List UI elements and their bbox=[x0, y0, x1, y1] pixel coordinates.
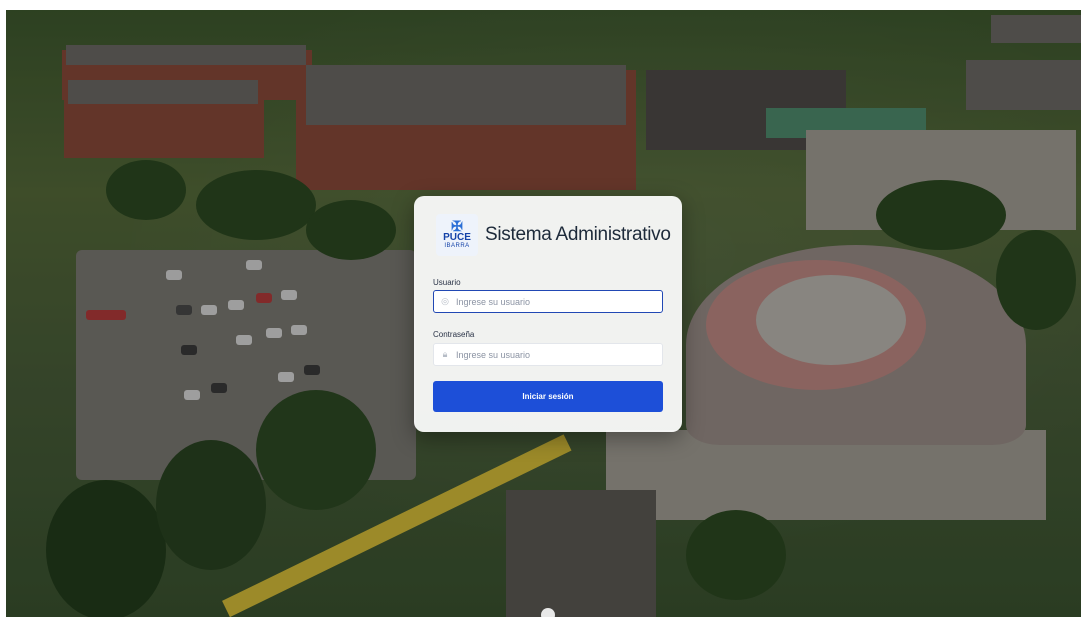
password-field-wrapper: 🔒︎ bbox=[433, 343, 663, 366]
brand-header: ✠ PUCE IBARRA Sistema Administrativo bbox=[436, 214, 671, 256]
puce-ibarra-logo: ✠ PUCE IBARRA bbox=[436, 214, 478, 256]
logo-name: PUCE bbox=[443, 232, 471, 243]
lock-icon: 🔒︎ bbox=[442, 349, 448, 359]
user-icon: ◎ bbox=[441, 296, 449, 306]
username-field-wrapper: ◎ bbox=[433, 290, 663, 313]
scroll-indicator bbox=[541, 608, 555, 617]
username-input[interactable] bbox=[456, 296, 656, 307]
cross-icon: ✠ bbox=[451, 218, 463, 234]
username-label: Usuario bbox=[433, 278, 461, 287]
login-button[interactable]: Iniciar sesión bbox=[433, 381, 663, 412]
app-title: Sistema Administrativo bbox=[485, 224, 671, 245]
logo-subtitle: IBARRA bbox=[444, 243, 470, 249]
password-label: Contraseña bbox=[433, 330, 475, 339]
login-card: ✠ PUCE IBARRA Sistema Administrativo Usu… bbox=[414, 196, 682, 432]
password-input[interactable] bbox=[456, 349, 656, 360]
